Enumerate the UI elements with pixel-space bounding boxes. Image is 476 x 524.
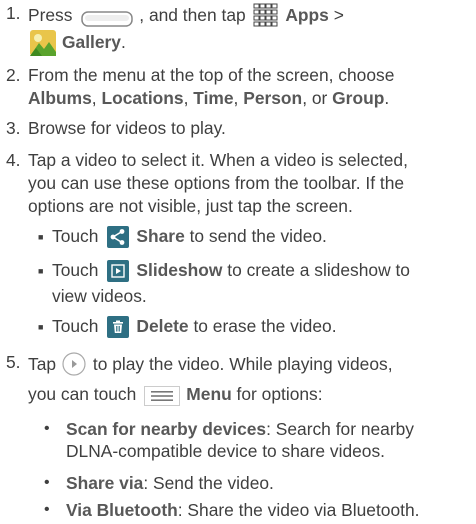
period: . bbox=[120, 32, 126, 52]
square-bullet-icon: ■ bbox=[38, 232, 44, 242]
step-5-line-1: Tap to play the video. While playing vid… bbox=[28, 352, 470, 380]
delete-desc: to erase the video. bbox=[188, 316, 337, 336]
option-label: Scan for nearby devices bbox=[66, 419, 267, 439]
bullet-share: ■ Touch Share to send the video. bbox=[38, 226, 470, 252]
sep: , bbox=[91, 88, 102, 108]
square-bullet-icon: ■ bbox=[38, 322, 44, 332]
albums-label: Albums bbox=[28, 88, 92, 108]
option-desc: : Share the video via Bluetooth. bbox=[177, 500, 420, 520]
delete-label: Delete bbox=[136, 316, 189, 336]
option-text: Scan for nearby devices: Search for near… bbox=[66, 419, 470, 461]
square-bullet-icon: ■ bbox=[38, 266, 44, 276]
option-label: Via Bluetooth bbox=[66, 500, 178, 520]
step-text-2: Gallery. bbox=[28, 30, 470, 60]
bullet-delete: ■ Touch Delete to erase the video. bbox=[38, 316, 470, 342]
play-icon bbox=[62, 352, 86, 380]
text-press: Press bbox=[28, 5, 73, 25]
step-number: 4. bbox=[6, 150, 21, 170]
slideshow-label: Slideshow bbox=[136, 260, 223, 280]
apps-label: Apps bbox=[285, 5, 329, 25]
arrow-separator: > bbox=[333, 5, 344, 25]
share-icon bbox=[107, 226, 130, 252]
dot-bullet-icon: • bbox=[44, 474, 50, 491]
dot-bullet-icon: • bbox=[44, 501, 50, 518]
option-label: Share via bbox=[66, 473, 144, 493]
gallery-label: Gallery bbox=[62, 32, 121, 52]
step-number: 2. bbox=[6, 65, 21, 85]
option-desc: : Send the video. bbox=[143, 473, 274, 493]
step-5-line-2: you can touch Menu for options: bbox=[28, 384, 470, 410]
menu-key-icon bbox=[144, 386, 181, 410]
slideshow-desc: to create a slideshow to bbox=[222, 260, 410, 280]
person-label: Person bbox=[243, 88, 303, 108]
sep: , bbox=[233, 88, 244, 108]
menu-label: Menu bbox=[186, 384, 232, 404]
period: . bbox=[384, 88, 390, 108]
step-4-line-1: Tap a video to select it. When a video i… bbox=[28, 150, 408, 170]
slideshow-desc-line-2: view videos. bbox=[52, 286, 147, 306]
step-text: Tap a video to select it. When a video i… bbox=[28, 150, 470, 216]
text-you-can-touch: you can touch bbox=[28, 384, 137, 404]
step-text: From the menu at the top of the screen, … bbox=[28, 65, 470, 108]
step-text: Tap to play the video. While playing vid… bbox=[28, 352, 470, 410]
text-tap: Tap bbox=[28, 354, 57, 374]
home-key-icon bbox=[81, 11, 134, 31]
gallery-icon bbox=[30, 30, 56, 60]
step-4-line-2: you can use these options from the toolb… bbox=[28, 173, 405, 193]
for-options: for options: bbox=[231, 384, 323, 404]
text-touch: Touch bbox=[52, 260, 99, 280]
slideshow-icon bbox=[107, 260, 130, 286]
time-label: Time bbox=[193, 88, 234, 108]
step-2-line-2: Albums, Locations, Time, Person, or Grou… bbox=[28, 88, 470, 108]
group-label: Group bbox=[332, 88, 385, 108]
step-5-rest: to play the video. While playing videos, bbox=[88, 354, 393, 374]
text-touch: Touch bbox=[52, 226, 99, 246]
step-number: 3. bbox=[6, 118, 21, 138]
step-number: 5. bbox=[6, 352, 21, 372]
share-label: Share bbox=[136, 226, 185, 246]
bullet-slideshow: ■ Touch Slideshow to create a slideshow t… bbox=[38, 260, 470, 306]
text-and-then-tap: , and then tap bbox=[139, 5, 246, 25]
sep: , or bbox=[302, 88, 333, 108]
trash-icon bbox=[107, 316, 130, 342]
step-2-line-1: From the menu at the top of the screen, … bbox=[28, 65, 395, 85]
apps-icon bbox=[253, 3, 279, 31]
text-touch: Touch bbox=[52, 316, 99, 336]
step-text: Press , and then tap Apps > bbox=[28, 3, 470, 31]
option-desc: : Search for nearby bbox=[266, 419, 414, 439]
option-text: Via Bluetooth: Share the video via Bluet… bbox=[66, 500, 470, 520]
option-desc-line-2: DLNA-compatible device to share videos. bbox=[66, 441, 385, 461]
step-text: Browse for videos to play. bbox=[28, 118, 226, 138]
step-4-line-3: options are not visible, just tap the sc… bbox=[28, 196, 353, 216]
step-number: 1. bbox=[6, 3, 21, 23]
locations-label: Locations bbox=[101, 88, 184, 108]
option-text: Share via: Send the video. bbox=[66, 473, 470, 493]
sep: , bbox=[183, 88, 194, 108]
share-desc: to send the video. bbox=[184, 226, 327, 246]
dot-bullet-icon: • bbox=[44, 420, 50, 437]
